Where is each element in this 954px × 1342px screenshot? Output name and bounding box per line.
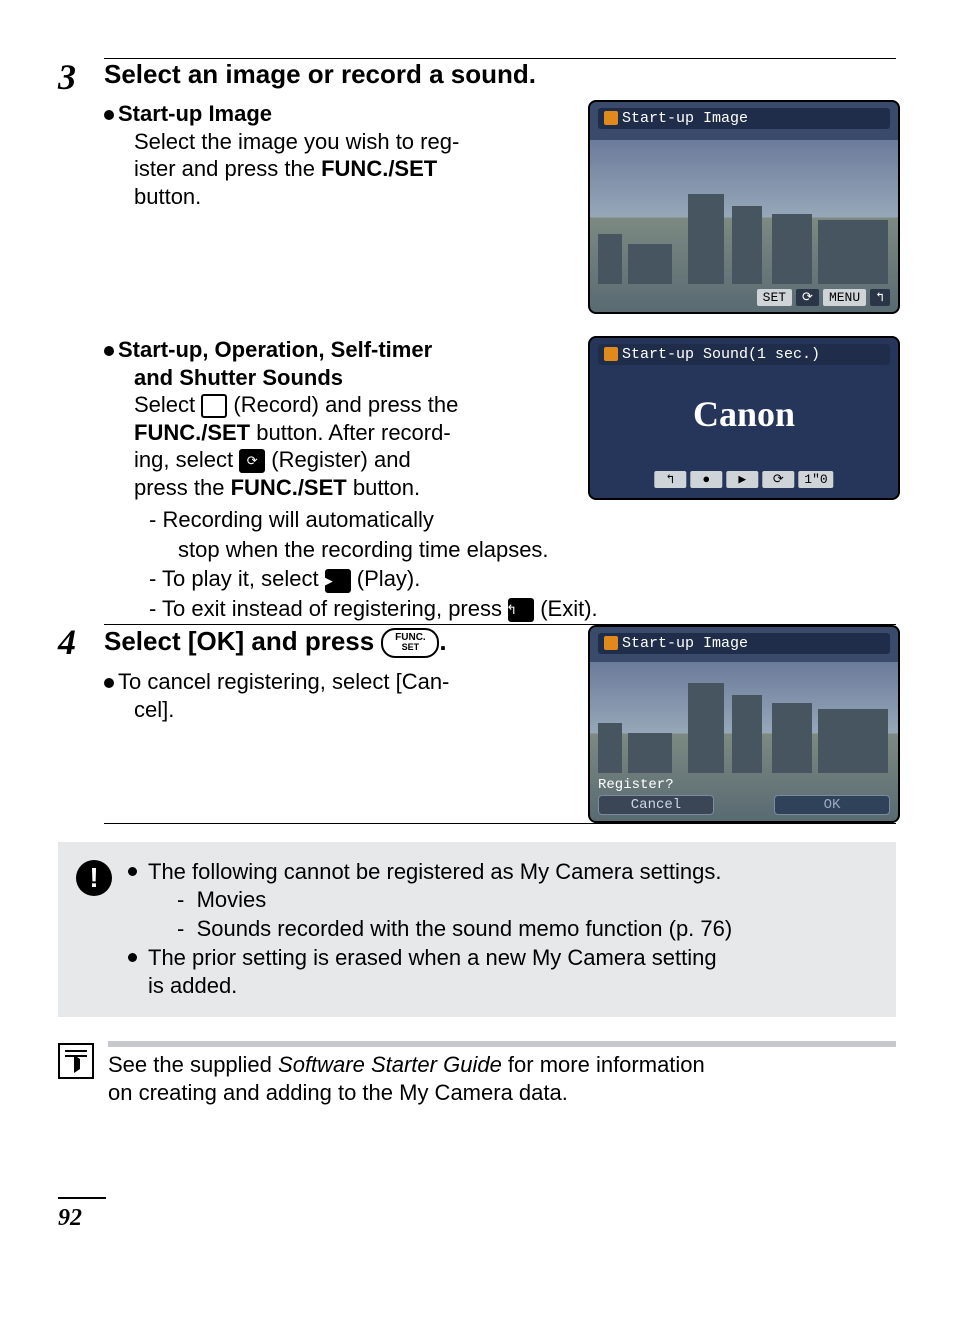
step-4-number: 4	[58, 624, 104, 823]
text: button.	[347, 475, 420, 500]
camera-icon	[604, 347, 618, 361]
screen-title: Start-up Image	[622, 635, 748, 652]
bullet-icon	[104, 110, 114, 120]
sounds-heading-b: and Shutter Sounds	[134, 365, 343, 390]
set-chip: SET	[757, 289, 792, 306]
menu-chip: MENU	[823, 289, 866, 306]
note-sub-sounds: - Sounds recorded with the sound memo fu…	[148, 915, 732, 944]
cancel-text-a: To cancel registering, select [Can-	[118, 669, 449, 694]
func-set-button-icon: FUNC.SET	[381, 628, 439, 658]
ref-book-title: Software Starter Guide	[278, 1052, 502, 1077]
return-icon: ↰	[870, 289, 890, 306]
step-3-title: Select an image or record a sound.	[104, 59, 896, 90]
canon-logo: Canon	[590, 393, 898, 435]
func-set-label: FUNC./SET	[321, 156, 437, 181]
step-3-block-1-text: Start-up Image Select the image you wish…	[104, 100, 566, 210]
play-icon: ▶	[325, 569, 351, 593]
note-recording-auto-stop: - Recording will automatically	[134, 505, 896, 535]
func-set-label: FUNC./SET	[231, 475, 347, 500]
camera-icon	[604, 111, 618, 125]
steps-table: 3 Select an image or record a sound. Sta…	[58, 58, 896, 824]
sounds-heading-a: Start-up, Operation, Self-timer	[118, 337, 432, 362]
ref-text-c: on creating and adding to the My Camera …	[108, 1080, 568, 1105]
func-set-label: FUNC./SET	[134, 420, 250, 445]
record-icon	[201, 394, 227, 418]
bullet-icon	[104, 678, 114, 688]
register-icon: ⟳	[239, 449, 265, 473]
screenshot-register-confirm: Start-up Image Register? Cancel OK	[588, 625, 896, 823]
exit-icon: ↰	[508, 598, 534, 622]
note-sub-movies: - Movies	[148, 886, 732, 915]
camera-icon	[604, 636, 618, 650]
step-3-block-2-text: Start-up, Operation, Self-timer and Shut…	[104, 336, 566, 501]
ref-text-b: for more information	[502, 1052, 705, 1077]
step-4-title: Select [OK] and press FUNC.SET.	[104, 625, 566, 658]
play-chip-icon: ▶	[726, 471, 758, 488]
text: Select	[134, 392, 201, 417]
skyline-image	[598, 204, 890, 284]
note-item-1: The following cannot be registered as My…	[126, 858, 732, 944]
accent-bar	[108, 1041, 896, 1047]
text: Select the image you wish to reg-	[134, 129, 459, 154]
page-number: 92	[58, 1197, 106, 1232]
cancel-button[interactable]: Cancel	[598, 795, 714, 815]
note-item-2: The prior setting is erased when a new M…	[126, 944, 732, 1001]
cancel-text-b: cel].	[134, 697, 174, 722]
step-4-body: Select [OK] and press FUNC.SET. To cance…	[104, 624, 896, 823]
text: press the	[134, 475, 231, 500]
note-play: - To play it, select ▶ (Play).	[134, 564, 896, 594]
exit-chip-icon: ↰	[654, 471, 686, 488]
text: button.	[134, 184, 201, 209]
step-3-block-2: Start-up, Operation, Self-timer and Shut…	[104, 336, 896, 501]
duration-chip: 1"0	[798, 471, 833, 488]
text: button. After record-	[250, 420, 451, 445]
step-3-body: Select an image or record a sound. Start…	[104, 59, 896, 625]
note-exit: - To exit instead of registering, press …	[134, 594, 896, 624]
register-chip-icon: ⟳	[762, 471, 794, 488]
text: stop when the recording time elapses.	[178, 537, 549, 562]
step-3-number: 3	[58, 59, 104, 625]
record-chip-icon: ●	[690, 471, 722, 488]
text: ing, select	[134, 447, 239, 472]
screenshot-startup-image: Start-up Image SET ⟳ MENU ↰	[588, 100, 896, 314]
warning-note: ! The following cannot be registered as …	[58, 842, 896, 1017]
reference-note: See the supplied Software Starter Guide …	[58, 1027, 896, 1108]
screen-title: Start-up Image	[622, 110, 748, 127]
warning-icon: !	[76, 860, 112, 896]
ok-button[interactable]: OK	[774, 795, 890, 815]
startup-image-heading: Start-up Image	[118, 101, 272, 126]
bullet-icon	[104, 346, 114, 356]
document-icon	[58, 1043, 94, 1079]
page: 3 Select an image or record a sound. Sta…	[0, 0, 954, 1342]
swap-icon: ⟳	[796, 289, 819, 306]
register-prompt: Register?	[598, 777, 674, 793]
text: ister and press the	[134, 156, 321, 181]
text: (Record) and press the	[227, 392, 458, 417]
step-3-block-1: Start-up Image Select the image you wish…	[104, 100, 896, 314]
screenshot-startup-sound: Start-up Sound(1 sec.) Canon ↰ ● ▶ ⟳ 1"0	[588, 336, 896, 500]
text: (Register) and	[265, 447, 411, 472]
ref-text-a: See the supplied	[108, 1052, 278, 1077]
screen-title: Start-up Sound(1 sec.)	[622, 346, 820, 363]
